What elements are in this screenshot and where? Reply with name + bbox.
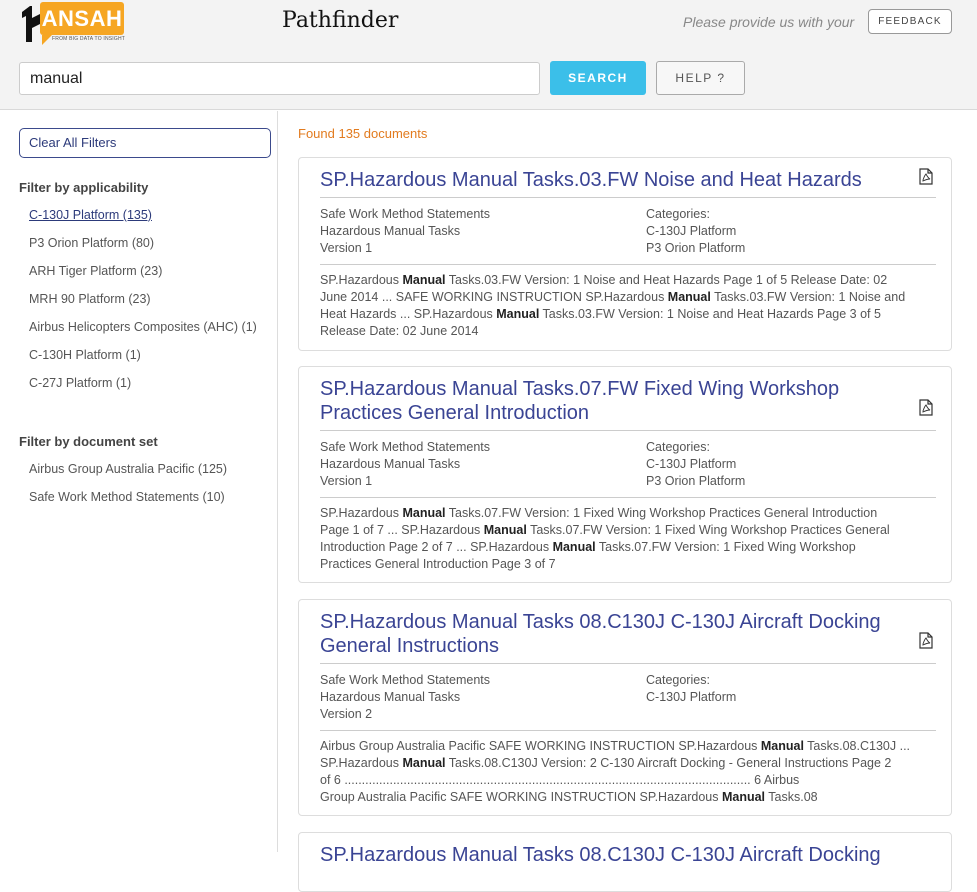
snippet-line: Heat Hazards ... SP.Hazardous Manual Tas… — [320, 307, 881, 321]
snippet-line: Release Date: 02 June 2014 — [320, 324, 479, 338]
result-meta: Safe Work Method Statements Hazardous Ma… — [320, 206, 490, 257]
filter-item-airbus-group[interactable]: Airbus Group Australia Pacific (125) — [29, 462, 227, 476]
help-button[interactable]: HELP ? — [656, 61, 745, 95]
category-item: P3 Orion Platform — [646, 474, 746, 488]
result-title-link[interactable]: SP.Hazardous Manual Tasks.03.FW Noise an… — [320, 168, 900, 192]
result-meta: Safe Work Method Statements Hazardous Ma… — [320, 439, 490, 490]
filter-item-c130h[interactable]: C-130H Platform (1) — [29, 348, 141, 362]
clear-filters-button[interactable]: Clear All Filters — [19, 128, 271, 158]
categories-label: Categories: — [646, 673, 710, 687]
snippet-line: Page 1 of 7 ... SP.Hazardous Manual Task… — [320, 523, 890, 537]
doc-category: Hazardous Manual Tasks — [320, 224, 461, 238]
ansah-logo[interactable]: ANSAH FROM BIG DATA TO INSIGHT — [18, 2, 126, 45]
result-card: SP.Hazardous Manual Tasks.07.FW Fixed Wi… — [298, 366, 952, 583]
result-categories: Categories: C-130J Platform P3 Orion Pla… — [646, 206, 745, 257]
logo-mark-icon — [22, 6, 40, 42]
doc-version: Version 2 — [320, 707, 373, 721]
result-snippet: SP.Hazardous Manual Tasks.03.FW Version:… — [320, 272, 920, 340]
snippet-line: Practices General Introduction Page 3 of… — [320, 557, 556, 571]
logo-tagline: FROM BIG DATA TO INSIGHT — [52, 36, 126, 42]
feedback-button[interactable]: FEEDBACK — [868, 9, 952, 34]
search-input[interactable] — [19, 62, 540, 95]
doc-version: Version 1 — [320, 474, 373, 488]
result-snippet: Airbus Group Australia Pacific SAFE WORK… — [320, 738, 920, 806]
search-button[interactable]: SEARCH — [550, 61, 646, 95]
result-card: SP.Hazardous Manual Tasks 08.C130J C-130… — [298, 599, 952, 816]
doc-category: Hazardous Manual Tasks — [320, 457, 461, 471]
doc-set: Safe Work Method Statements — [320, 207, 490, 221]
doc-version: Version 1 — [320, 241, 373, 255]
categories-label: Categories: — [646, 207, 710, 221]
app-title: Pathfinder — [282, 8, 399, 33]
applicability-heading: Filter by applicability — [19, 180, 149, 195]
result-categories: Categories: C-130J Platform — [646, 672, 736, 706]
card-divider — [320, 197, 936, 198]
docset-heading: Filter by document set — [19, 434, 158, 449]
category-item: C-130J Platform — [646, 457, 737, 471]
category-item: C-130J Platform — [646, 224, 737, 238]
pdf-icon[interactable] — [919, 399, 933, 416]
categories-label: Categories: — [646, 440, 710, 454]
result-meta: Safe Work Method Statements Hazardous Ma… — [320, 672, 490, 723]
result-title-link[interactable]: SP.Hazardous Manual Tasks 08.C130J C-130… — [320, 843, 940, 867]
card-divider — [320, 730, 936, 731]
filter-sidebar: Clear All Filters Filter by applicabilit… — [0, 111, 278, 852]
filter-item-arh-tiger[interactable]: ARH Tiger Platform (23) — [29, 264, 162, 278]
doc-set: Safe Work Method Statements — [320, 673, 490, 687]
pdf-icon[interactable] — [919, 168, 933, 185]
logo-speech-tail — [42, 35, 52, 45]
logo-wordmark: ANSAH — [40, 2, 124, 35]
result-title-link[interactable]: SP.Hazardous Manual Tasks 08.C130J C-130… — [320, 610, 900, 658]
snippet-line: June 2014 ... SAFE WORKING INSTRUCTION S… — [320, 290, 906, 304]
result-card: SP.Hazardous Manual Tasks 08.C130J C-130… — [298, 832, 952, 892]
snippet-line: SP.Hazardous Manual Tasks.08.C130J Versi… — [320, 756, 892, 770]
category-item: C-130J Platform — [646, 690, 737, 704]
results-panel: Found 135 documents SP.Hazardous Manual … — [279, 111, 977, 892]
filter-item-mrh90[interactable]: MRH 90 Platform (23) — [29, 292, 151, 306]
filter-item-swms[interactable]: Safe Work Method Statements (10) — [29, 490, 225, 504]
result-title-link[interactable]: SP.Hazardous Manual Tasks.07.FW Fixed Wi… — [320, 377, 900, 425]
result-snippet: SP.Hazardous Manual Tasks.07.FW Version:… — [320, 505, 920, 573]
snippet-line: SP.Hazardous Manual Tasks.03.FW Version:… — [320, 273, 888, 287]
feedback-prompt: Please provide us with your — [683, 14, 855, 30]
snippet-line: Airbus Group Australia Pacific SAFE WORK… — [320, 739, 911, 753]
header: ANSAH FROM BIG DATA TO INSIGHT Pathfinde… — [0, 0, 977, 110]
result-card: SP.Hazardous Manual Tasks.03.FW Noise an… — [298, 157, 952, 351]
card-divider — [320, 497, 936, 498]
filter-item-p3-orion[interactable]: P3 Orion Platform (80) — [29, 236, 154, 250]
results-count: Found 135 documents — [298, 126, 428, 141]
card-divider — [320, 264, 936, 265]
snippet-line: of 6 ...................................… — [320, 773, 800, 787]
snippet-line: Group Australia Pacific SAFE WORKING INS… — [320, 790, 818, 804]
filter-item-c27j[interactable]: C-27J Platform (1) — [29, 376, 131, 390]
card-divider — [320, 663, 936, 664]
filter-item-c130j[interactable]: C-130J Platform (135) — [29, 208, 152, 222]
snippet-line: Introduction Page 2 of 7 ... SP.Hazardou… — [320, 540, 856, 554]
pdf-icon[interactable] — [919, 632, 933, 649]
snippet-line: SP.Hazardous Manual Tasks.07.FW Version:… — [320, 506, 878, 520]
doc-category: Hazardous Manual Tasks — [320, 690, 461, 704]
result-categories: Categories: C-130J Platform P3 Orion Pla… — [646, 439, 745, 490]
doc-set: Safe Work Method Statements — [320, 440, 490, 454]
filter-item-ahc[interactable]: Airbus Helicopters Composites (AHC) (1) — [29, 320, 257, 334]
category-item: P3 Orion Platform — [646, 241, 746, 255]
card-divider — [320, 430, 936, 431]
